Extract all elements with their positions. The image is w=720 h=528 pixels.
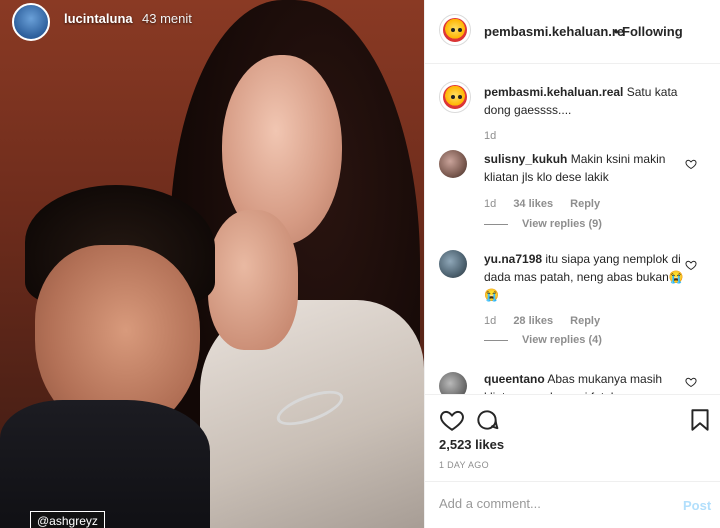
heart-icon[interactable] (439, 407, 465, 433)
comment-avatar[interactable] (439, 372, 467, 394)
caption-age: 1d (484, 130, 497, 142)
comment-meta: 1d 28 likes Reply (484, 315, 614, 327)
comment-reply-button[interactable]: Reply (570, 198, 600, 210)
view-replies-button[interactable]: View replies (4) (484, 334, 602, 346)
post-actions-bar (425, 394, 720, 442)
comments-list[interactable]: pembasmi.kehaluan.real Satu kata dong ga… (425, 64, 720, 394)
comment-avatar[interactable] (439, 150, 467, 178)
post-comment-button[interactable]: Post (683, 498, 711, 513)
author-username[interactable]: pembasmi.kehaluan.re (484, 24, 634, 39)
bookmark-icon[interactable] (687, 407, 713, 433)
story-username: lucintaluna (64, 11, 133, 26)
comment-username[interactable]: yu.na7198 (484, 252, 542, 266)
photo-hand-woman (208, 210, 298, 350)
comment-likes-count[interactable]: 34 likes (513, 198, 553, 210)
caption-text: pembasmi.kehaluan.real Satu kata dong ga… (484, 83, 684, 119)
comment-text: yu.na7198 itu siapa yang nemplok di dada… (484, 250, 684, 304)
comment-username[interactable]: queentano (484, 372, 545, 386)
comment-likes-count[interactable]: 28 likes (513, 315, 553, 327)
add-comment-row: Post (425, 481, 720, 528)
post-side-panel: pembasmi.kehaluan.re • Following pembasm… (424, 0, 720, 528)
post-header: pembasmi.kehaluan.re • Following (425, 0, 720, 64)
story-mention-sticker: @ashgreyz (30, 511, 105, 528)
author-avatar[interactable] (439, 14, 471, 46)
photo-shirt-man (0, 400, 210, 528)
view-replies-button[interactable]: View replies (9) (484, 218, 602, 230)
comment-like-heart-icon[interactable] (685, 376, 697, 388)
comment-age: 1d (484, 198, 497, 210)
caption-username[interactable]: pembasmi.kehaluan.real (484, 85, 623, 99)
view-replies-label[interactable]: View replies (4) (522, 334, 602, 346)
following-button[interactable]: Following (622, 24, 683, 39)
comment-age: 1d (484, 315, 497, 327)
story-avatar (12, 3, 50, 41)
story-time: 43 menit (142, 11, 192, 26)
comment-avatar[interactable] (439, 250, 467, 278)
caption-meta: 1d (484, 130, 510, 142)
caption-author-avatar[interactable] (439, 81, 471, 113)
add-comment-input[interactable] (439, 496, 659, 511)
comment-icon[interactable] (474, 407, 500, 433)
comment-text: queentano Abas mukanya masih kliatan cow… (484, 370, 684, 394)
header-separator-dot: • (614, 24, 619, 39)
comment-reply-button[interactable]: Reply (570, 315, 600, 327)
comment-username[interactable]: sulisny_kukuh (484, 152, 567, 166)
comment-meta: 1d 34 likes Reply (484, 198, 614, 210)
likes-count[interactable]: 2,523 likes (439, 437, 504, 452)
view-replies-label[interactable]: View replies (9) (522, 218, 602, 230)
comment-like-heart-icon[interactable] (685, 259, 697, 271)
post-photo[interactable]: lucintaluna 43 menit @ashgreyz (0, 0, 424, 528)
comment-like-heart-icon[interactable] (685, 158, 697, 170)
comment-text: sulisny_kukuh Makin ksini makin kliatan … (484, 150, 684, 186)
post-date[interactable]: 1 DAY AGO (439, 460, 489, 470)
